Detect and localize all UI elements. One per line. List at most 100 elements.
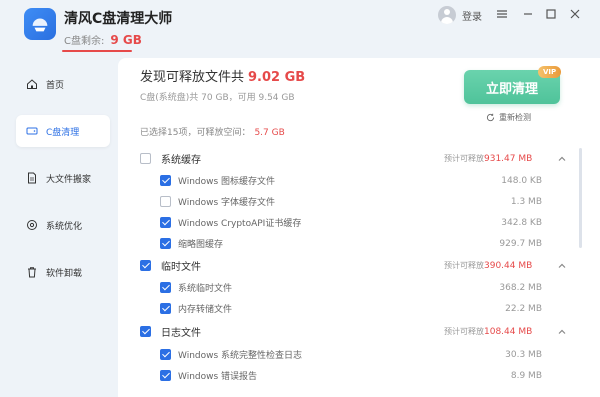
item-checkbox[interactable] [160, 282, 171, 293]
item-name: Windows 图标缓存文件 [178, 177, 276, 187]
estimate-value: 108.44 MB [484, 327, 533, 337]
item-name: 系统临时文件 [178, 284, 233, 294]
item-name: 缩略图缓存 [178, 240, 224, 250]
list-item[interactable]: 内存转储文件 22.2 MB [118, 298, 588, 319]
item-checkbox[interactable] [160, 303, 171, 314]
item-name: Windows 错误报告 [178, 372, 258, 382]
disk-icon [26, 127, 38, 135]
item-size: 1.3 MB [510, 196, 542, 207]
item-name: Windows 系统完整性检查日志 [178, 351, 303, 361]
avatar-icon [438, 6, 456, 24]
category-name: 系统缓存 [161, 155, 201, 166]
item-size: 342.8 KB [501, 217, 542, 228]
sidebar-item-label: C盘清理 [46, 127, 80, 138]
estimate-value: 390.44 MB [484, 261, 533, 271]
list-item[interactable]: 系统临时文件 368.2 MB [118, 277, 588, 298]
sidebar-item-label: 软件卸载 [46, 268, 83, 279]
item-checkbox[interactable] [160, 370, 171, 381]
category-row-temp-files[interactable]: 临时文件 预计可释放390.44 MB [118, 255, 588, 276]
list-item[interactable]: Windows CryptoAPI证书缓存 342.8 KB [118, 212, 588, 233]
home-icon [27, 79, 37, 89]
sidebar-item-label: 大文件搬家 [46, 174, 92, 185]
item-checkbox[interactable] [160, 217, 171, 228]
redetect-label: 重新检测 [499, 113, 531, 122]
found-summary: 发现可释放文件共 9.02 GB [140, 66, 305, 85]
category-estimate: 预计可释放390.44 MB [444, 260, 532, 271]
sidebar-item-label: 首页 [46, 80, 65, 91]
optimize-icon [27, 220, 37, 230]
vip-badge: VIP [538, 66, 562, 78]
sidebar-item-label: 系统优化 [46, 221, 83, 232]
redetect-button[interactable]: 重新检测 [486, 112, 531, 123]
item-name: Windows CryptoAPI证书缓存 [178, 219, 302, 229]
item-size: 368.2 MB [499, 282, 542, 293]
selected-value: 5.7 GB [254, 128, 285, 138]
remain-value: 9 GB [110, 33, 142, 47]
app-logo [24, 8, 56, 40]
minimize-icon [524, 13, 532, 15]
selected-prefix: 已选择15项，可释放空间： [140, 128, 251, 138]
category-name: 日志文件 [161, 328, 201, 339]
minimize-button[interactable] [520, 6, 536, 22]
c-drive-remaining: C盘剩余: 9 GB [64, 32, 142, 47]
category-checkbox[interactable] [140, 326, 151, 337]
menu-icon [497, 10, 507, 18]
sidebar: 首页 C盘清理 大文件搬家 系统优化 软件卸载 [0, 58, 118, 397]
estimate-prefix: 预计可释放 [444, 154, 484, 163]
maximize-icon [546, 9, 556, 19]
trash-icon [28, 267, 36, 278]
remain-label: C盘剩余: [64, 36, 105, 47]
login-label: 登录 [462, 11, 482, 23]
estimate-prefix: 预计可释放 [444, 327, 484, 336]
item-checkbox[interactable] [160, 238, 171, 249]
item-checkbox[interactable] [160, 196, 171, 207]
sidebar-item-optimize[interactable]: 系统优化 [16, 209, 110, 241]
app-logo-icon [32, 18, 48, 32]
category-checkbox[interactable] [140, 260, 151, 271]
category-row-log-files[interactable]: 日志文件 预计可释放108.44 MB [118, 321, 588, 342]
found-value: 9.02 GB [248, 70, 306, 85]
item-checkbox[interactable] [160, 175, 171, 186]
menu-button[interactable] [494, 6, 510, 22]
estimate-prefix: 预计可释放 [444, 261, 484, 270]
category-row-system-cache[interactable]: 系统缓存 预计可释放931.47 MB [118, 148, 588, 169]
estimate-value: 931.47 MB [484, 154, 533, 164]
list-item[interactable]: Windows 字体缓存文件 1.3 MB [118, 191, 588, 212]
list-item[interactable]: Windows 系统完整性检查日志 30.3 MB [118, 344, 588, 365]
item-size: 148.0 KB [501, 175, 542, 186]
chevron-up-icon[interactable] [557, 154, 567, 164]
category-checkbox[interactable] [140, 153, 151, 164]
selected-info: 已选择15项，可释放空间： 5.7 GB [140, 125, 285, 138]
maximize-button[interactable] [543, 6, 559, 22]
sidebar-item-big-files[interactable]: 大文件搬家 [16, 162, 110, 194]
app-title: 清风C盘清理大师 [64, 11, 173, 27]
list-item[interactable]: 缩略图缓存 929.7 MB [118, 233, 588, 254]
item-name: Windows 字体缓存文件 [178, 198, 276, 208]
refresh-icon [486, 113, 495, 122]
main-panel: 发现可释放文件共 9.02 GB C盘(系统盘)共 70 GB，可用 9.54 G… [118, 58, 600, 397]
item-name: 内存转储文件 [178, 305, 233, 315]
item-size: 30.3 MB [505, 349, 542, 360]
remain-underline [62, 50, 132, 52]
category-name: 临时文件 [161, 262, 201, 273]
clean-list: 系统缓存 预计可释放931.47 MB Windows 图标缓存文件 148.0… [118, 148, 588, 397]
item-size: 22.2 MB [505, 303, 542, 314]
close-button[interactable] [567, 6, 583, 22]
login-button[interactable]: 登录 [438, 6, 482, 24]
file-icon [28, 172, 36, 184]
item-size: 929.7 MB [499, 238, 542, 249]
list-item[interactable]: Windows 错误报告 8.9 MB [118, 365, 588, 386]
list-scrollbar[interactable] [579, 148, 582, 248]
sidebar-item-c-clean[interactable]: C盘清理 [16, 115, 110, 147]
chevron-up-icon[interactable] [557, 327, 567, 337]
sidebar-item-uninstall[interactable]: 软件卸载 [16, 256, 110, 288]
list-item[interactable]: Windows 图标缓存文件 148.0 KB [118, 170, 588, 191]
disk-info: C盘(系统盘)共 70 GB，可用 9.54 GB [140, 93, 295, 103]
item-size: 8.9 MB [510, 370, 542, 381]
sidebar-item-home[interactable]: 首页 [16, 68, 110, 100]
item-checkbox[interactable] [160, 349, 171, 360]
chevron-up-icon[interactable] [557, 261, 567, 271]
category-estimate: 预计可释放931.47 MB [444, 153, 532, 164]
found-prefix: 发现可释放文件共 [140, 70, 245, 85]
close-icon [570, 9, 580, 19]
